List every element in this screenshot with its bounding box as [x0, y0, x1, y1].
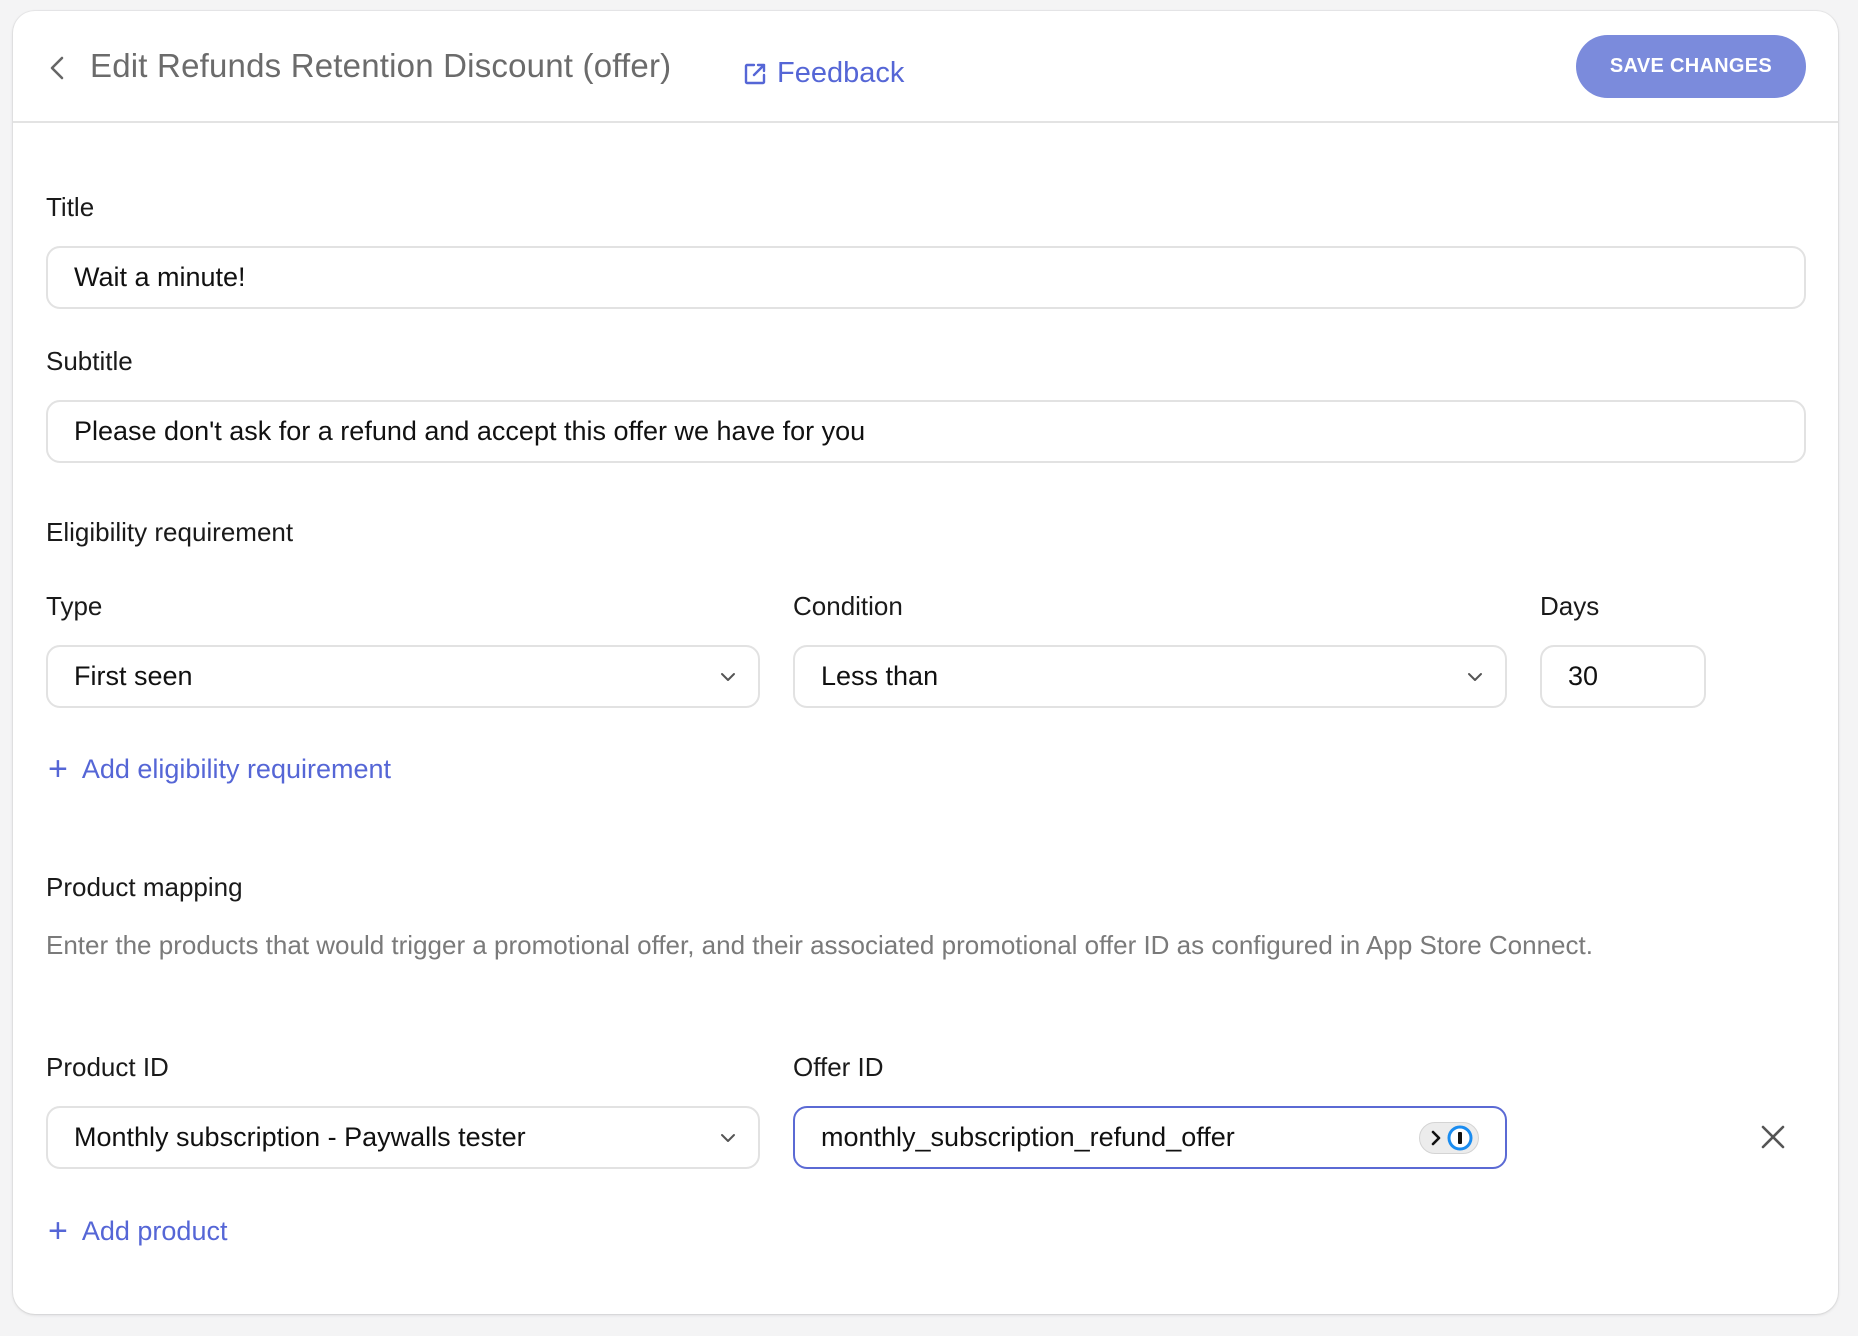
days-input-value: 30: [1568, 661, 1599, 691]
add-product-link[interactable]: + Add product: [48, 1214, 227, 1248]
condition-select-value: Less than: [821, 661, 939, 691]
plus-icon: +: [48, 1212, 68, 1250]
offer-id-label: Offer ID: [793, 1052, 884, 1082]
remove-product-button[interactable]: [1753, 1117, 1793, 1157]
subtitle-input-value: Please don't ask for a refund and accept…: [74, 416, 866, 446]
days-label: Days: [1540, 591, 1600, 621]
product-mapping-heading: Product mapping: [46, 872, 243, 902]
type-select-value: First seen: [74, 661, 193, 691]
add-product-label: Add product: [81, 1215, 228, 1246]
feedback-link[interactable]: Feedback: [743, 57, 904, 90]
title-input[interactable]: Wait a minute!: [46, 246, 1806, 309]
condition-select[interactable]: Less than: [793, 645, 1507, 708]
days-input[interactable]: 30: [1540, 645, 1706, 708]
edit-offer-card: Edit Refunds Retention Discount (offer) …: [13, 11, 1838, 1314]
product-mapping-description: Enter the products that would trigger a …: [46, 930, 1593, 960]
add-eligibility-requirement-link[interactable]: + Add eligibility requirement: [48, 752, 391, 786]
title-input-value: Wait a minute!: [74, 262, 246, 292]
plus-icon: +: [48, 750, 68, 788]
eligibility-heading: Eligibility requirement: [46, 517, 294, 547]
chevron-left-icon: [50, 56, 64, 80]
page-title: Edit Refunds Retention Discount (offer): [90, 47, 672, 84]
chevron-down-icon: [721, 672, 735, 681]
chevron-down-icon: [721, 1133, 735, 1142]
external-link-icon: [744, 63, 766, 84]
save-changes-button[interactable]: SAVE CHANGES: [1576, 35, 1806, 98]
password-manager-button[interactable]: [1419, 1121, 1479, 1154]
subtitle-label: Subtitle: [46, 346, 133, 376]
page-header: Edit Refunds Retention Discount (offer) …: [13, 11, 1838, 123]
add-eligibility-label: Add eligibility requirement: [81, 753, 392, 784]
product-id-select[interactable]: Monthly subscription - Paywalls tester: [46, 1106, 760, 1169]
back-button[interactable]: [43, 51, 71, 85]
product-id-select-value: Monthly subscription - Paywalls tester: [74, 1122, 526, 1152]
chevron-down-icon: [1468, 672, 1482, 681]
type-select[interactable]: First seen: [46, 645, 760, 708]
title-label: Title: [46, 192, 95, 222]
feedback-label: Feedback: [777, 57, 905, 89]
subtitle-input[interactable]: Please don't ask for a refund and accept…: [46, 400, 1806, 463]
product-id-label: Product ID: [46, 1052, 169, 1082]
condition-label: Condition: [793, 591, 903, 621]
offer-id-input[interactable]: monthly_subscription_refund_offer: [793, 1106, 1507, 1169]
close-icon: [1761, 1125, 1785, 1149]
offer-id-input-value: monthly_subscription_refund_offer: [821, 1122, 1235, 1152]
type-label: Type: [46, 591, 103, 621]
password-manager-icon: [1431, 1125, 1473, 1150]
